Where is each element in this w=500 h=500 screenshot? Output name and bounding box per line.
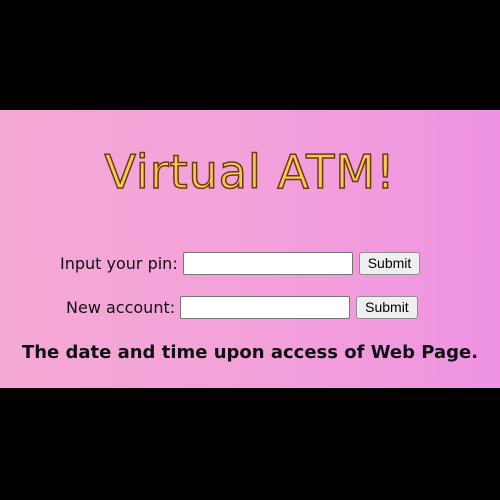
new-account-label: New account:: [66, 297, 176, 317]
new-account-input[interactable]: [180, 295, 351, 319]
atm-panel: Virtual ATM! Input your pin: Submit New …: [0, 110, 500, 388]
page-title: Virtual ATM!: [104, 144, 396, 200]
pin-label: Input your pin:: [60, 253, 178, 273]
pin-input[interactable]: [182, 251, 353, 275]
new-account-submit-button[interactable]: Submit: [356, 295, 418, 319]
access-datetime-text: The date and time upon access of Web Pag…: [21, 342, 479, 363]
pin-submit-button[interactable]: Submit: [358, 251, 421, 275]
new-account-form: New account: Submit: [66, 294, 418, 320]
screen: Virtual ATM! Input your pin: Submit New …: [0, 0, 500, 500]
pin-form: Input your pin: Submit: [60, 250, 421, 276]
